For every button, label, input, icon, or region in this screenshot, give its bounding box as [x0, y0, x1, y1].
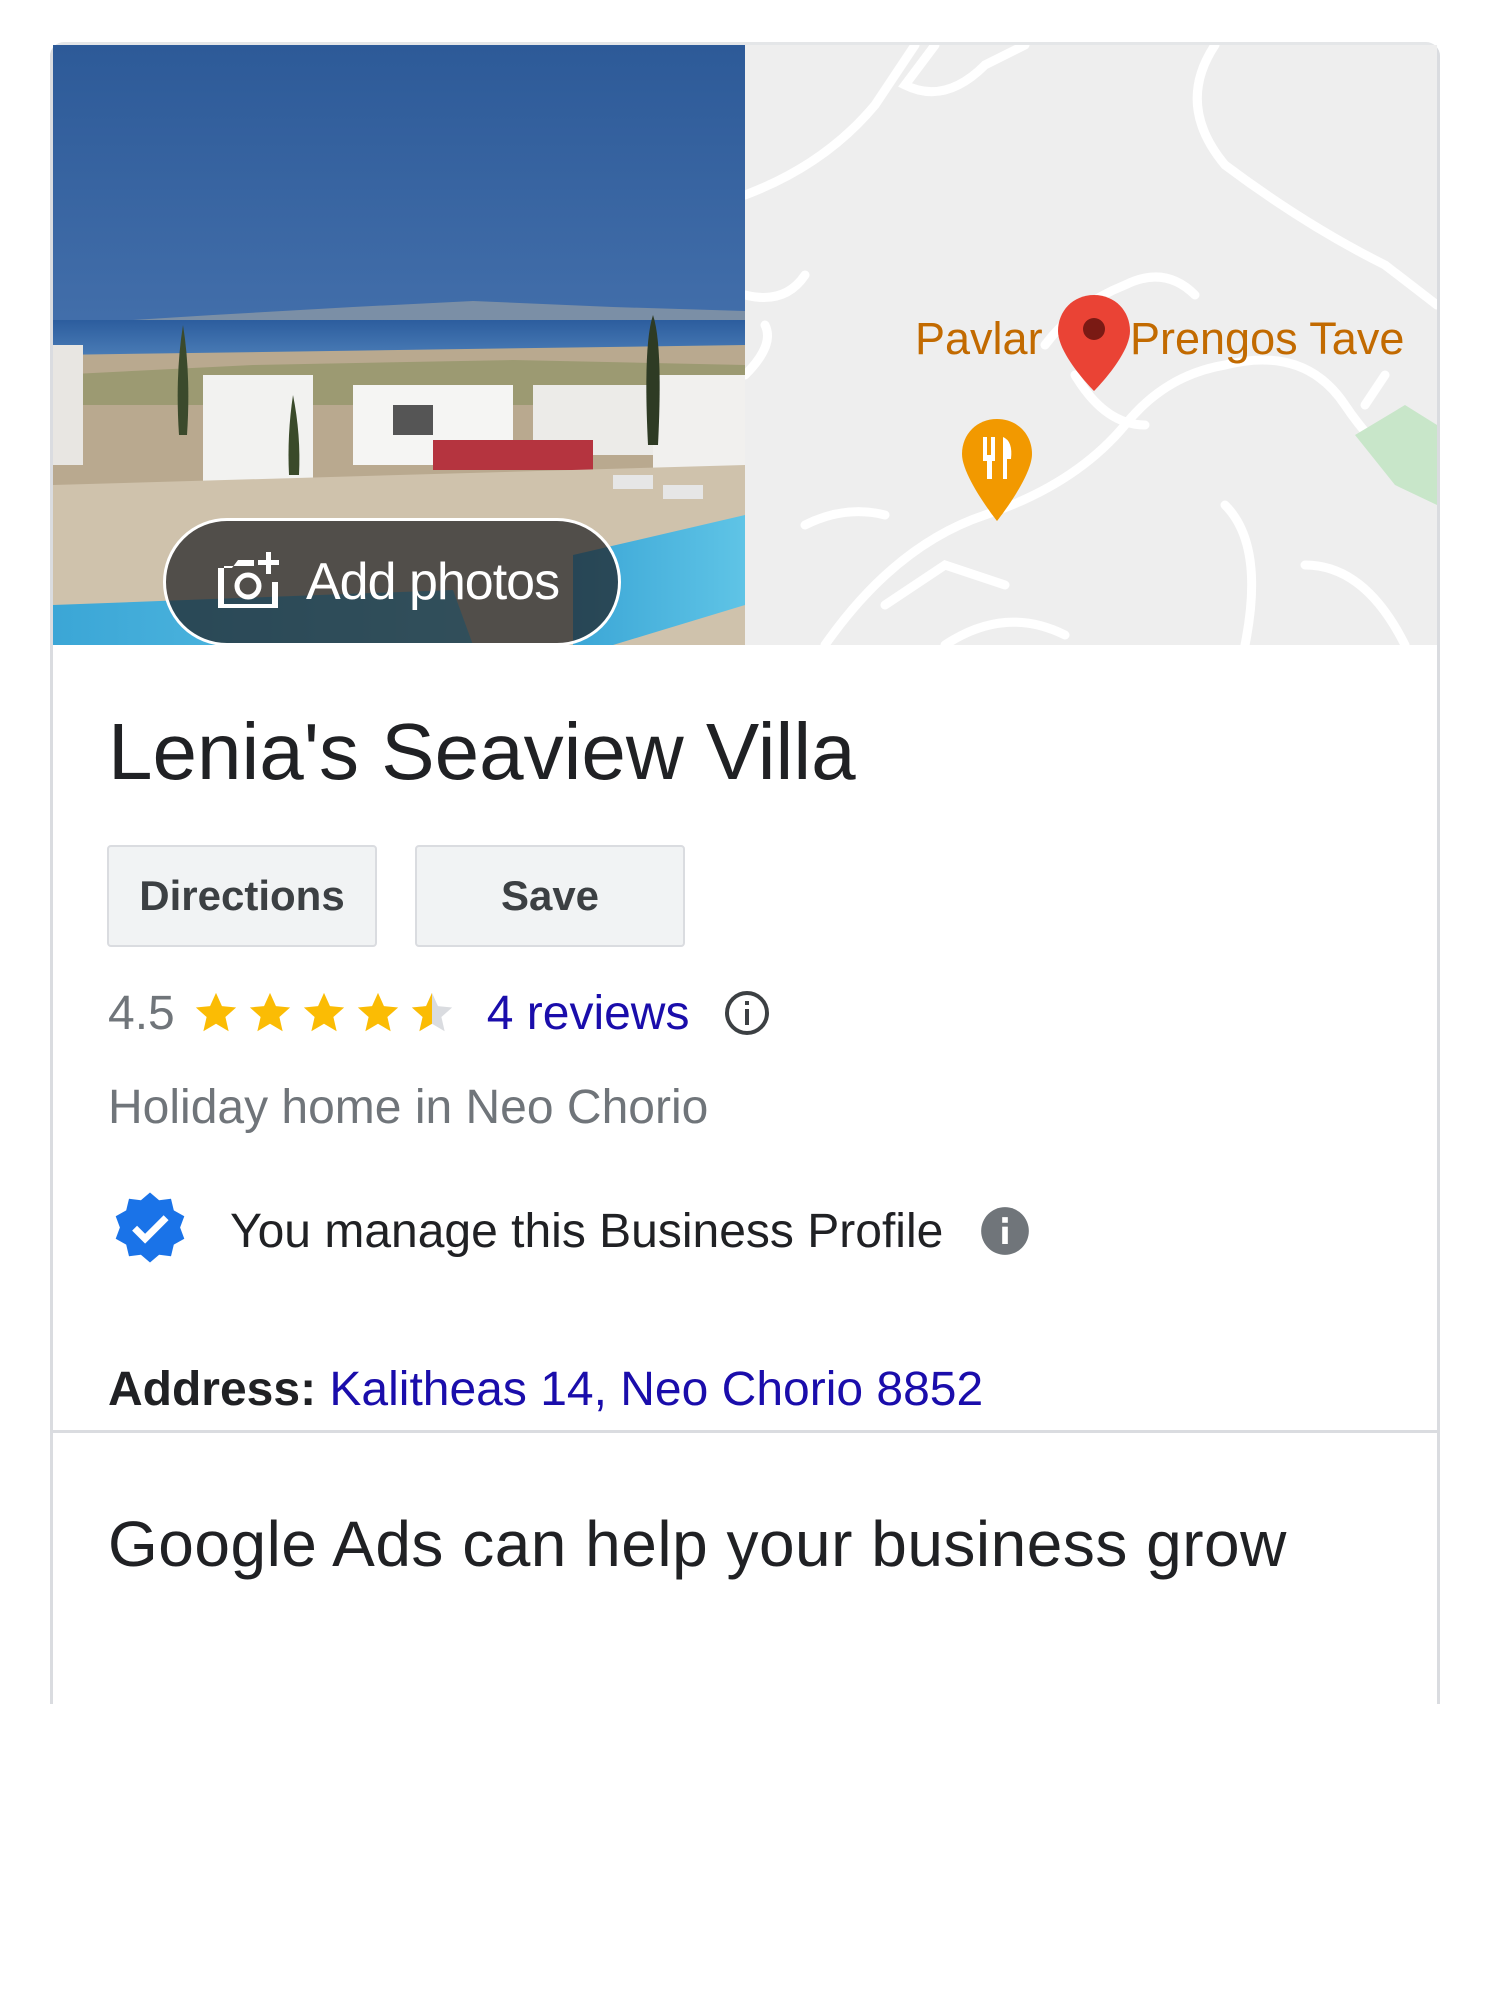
- rating-row: 4.5 4 reviews: [108, 978, 771, 1048]
- map-pin-icon[interactable]: [1055, 293, 1133, 393]
- map-label-pavlar: Pavlar: [915, 313, 1043, 364]
- reviews-link[interactable]: 4 reviews: [487, 986, 690, 1041]
- star-icon: [357, 992, 398, 1032]
- business-category: Holiday home in Neo Chorio: [108, 1081, 709, 1134]
- restaurant-pin-icon[interactable]: [959, 417, 1035, 525]
- info-outline-icon[interactable]: [723, 989, 771, 1037]
- add-photos-button[interactable]: Add photos: [163, 518, 621, 645]
- star-icon: [249, 992, 290, 1032]
- verified-badge-icon: [115, 1192, 185, 1263]
- section-divider: [53, 1430, 1437, 1433]
- business-photo[interactable]: Add photos: [53, 45, 745, 645]
- rating-stars: [193, 990, 463, 1036]
- google-ads-heading: Google Ads can help your business grow: [108, 1508, 1287, 1580]
- rating-value: 4.5: [108, 986, 175, 1040]
- business-name: Lenia's Seaview Villa: [108, 707, 856, 796]
- map-label-prengos: Prengos Tave: [1130, 313, 1405, 364]
- save-button[interactable]: Save: [415, 845, 685, 947]
- location-map[interactable]: Pavlar Prengos Tave: [745, 45, 1437, 645]
- manage-profile-text: You manage this Business Profile: [230, 1204, 944, 1258]
- address-label: Address:: [108, 1363, 317, 1416]
- info-filled-icon[interactable]: [979, 1205, 1031, 1257]
- directions-button[interactable]: Directions: [107, 845, 377, 947]
- star-icon: [195, 992, 236, 1032]
- add-photo-camera-icon: [218, 552, 279, 608]
- half-star-icon: [411, 992, 452, 1032]
- manage-profile-row: You manage this Business Profile: [108, 1186, 1031, 1276]
- add-photos-label: Add photos: [306, 553, 560, 611]
- address-row: Address: Kalitheas 14, Neo Chorio 8852: [108, 1362, 983, 1417]
- address-link[interactable]: Kalitheas 14, Neo Chorio 8852: [329, 1363, 983, 1416]
- star-icon: [303, 992, 344, 1032]
